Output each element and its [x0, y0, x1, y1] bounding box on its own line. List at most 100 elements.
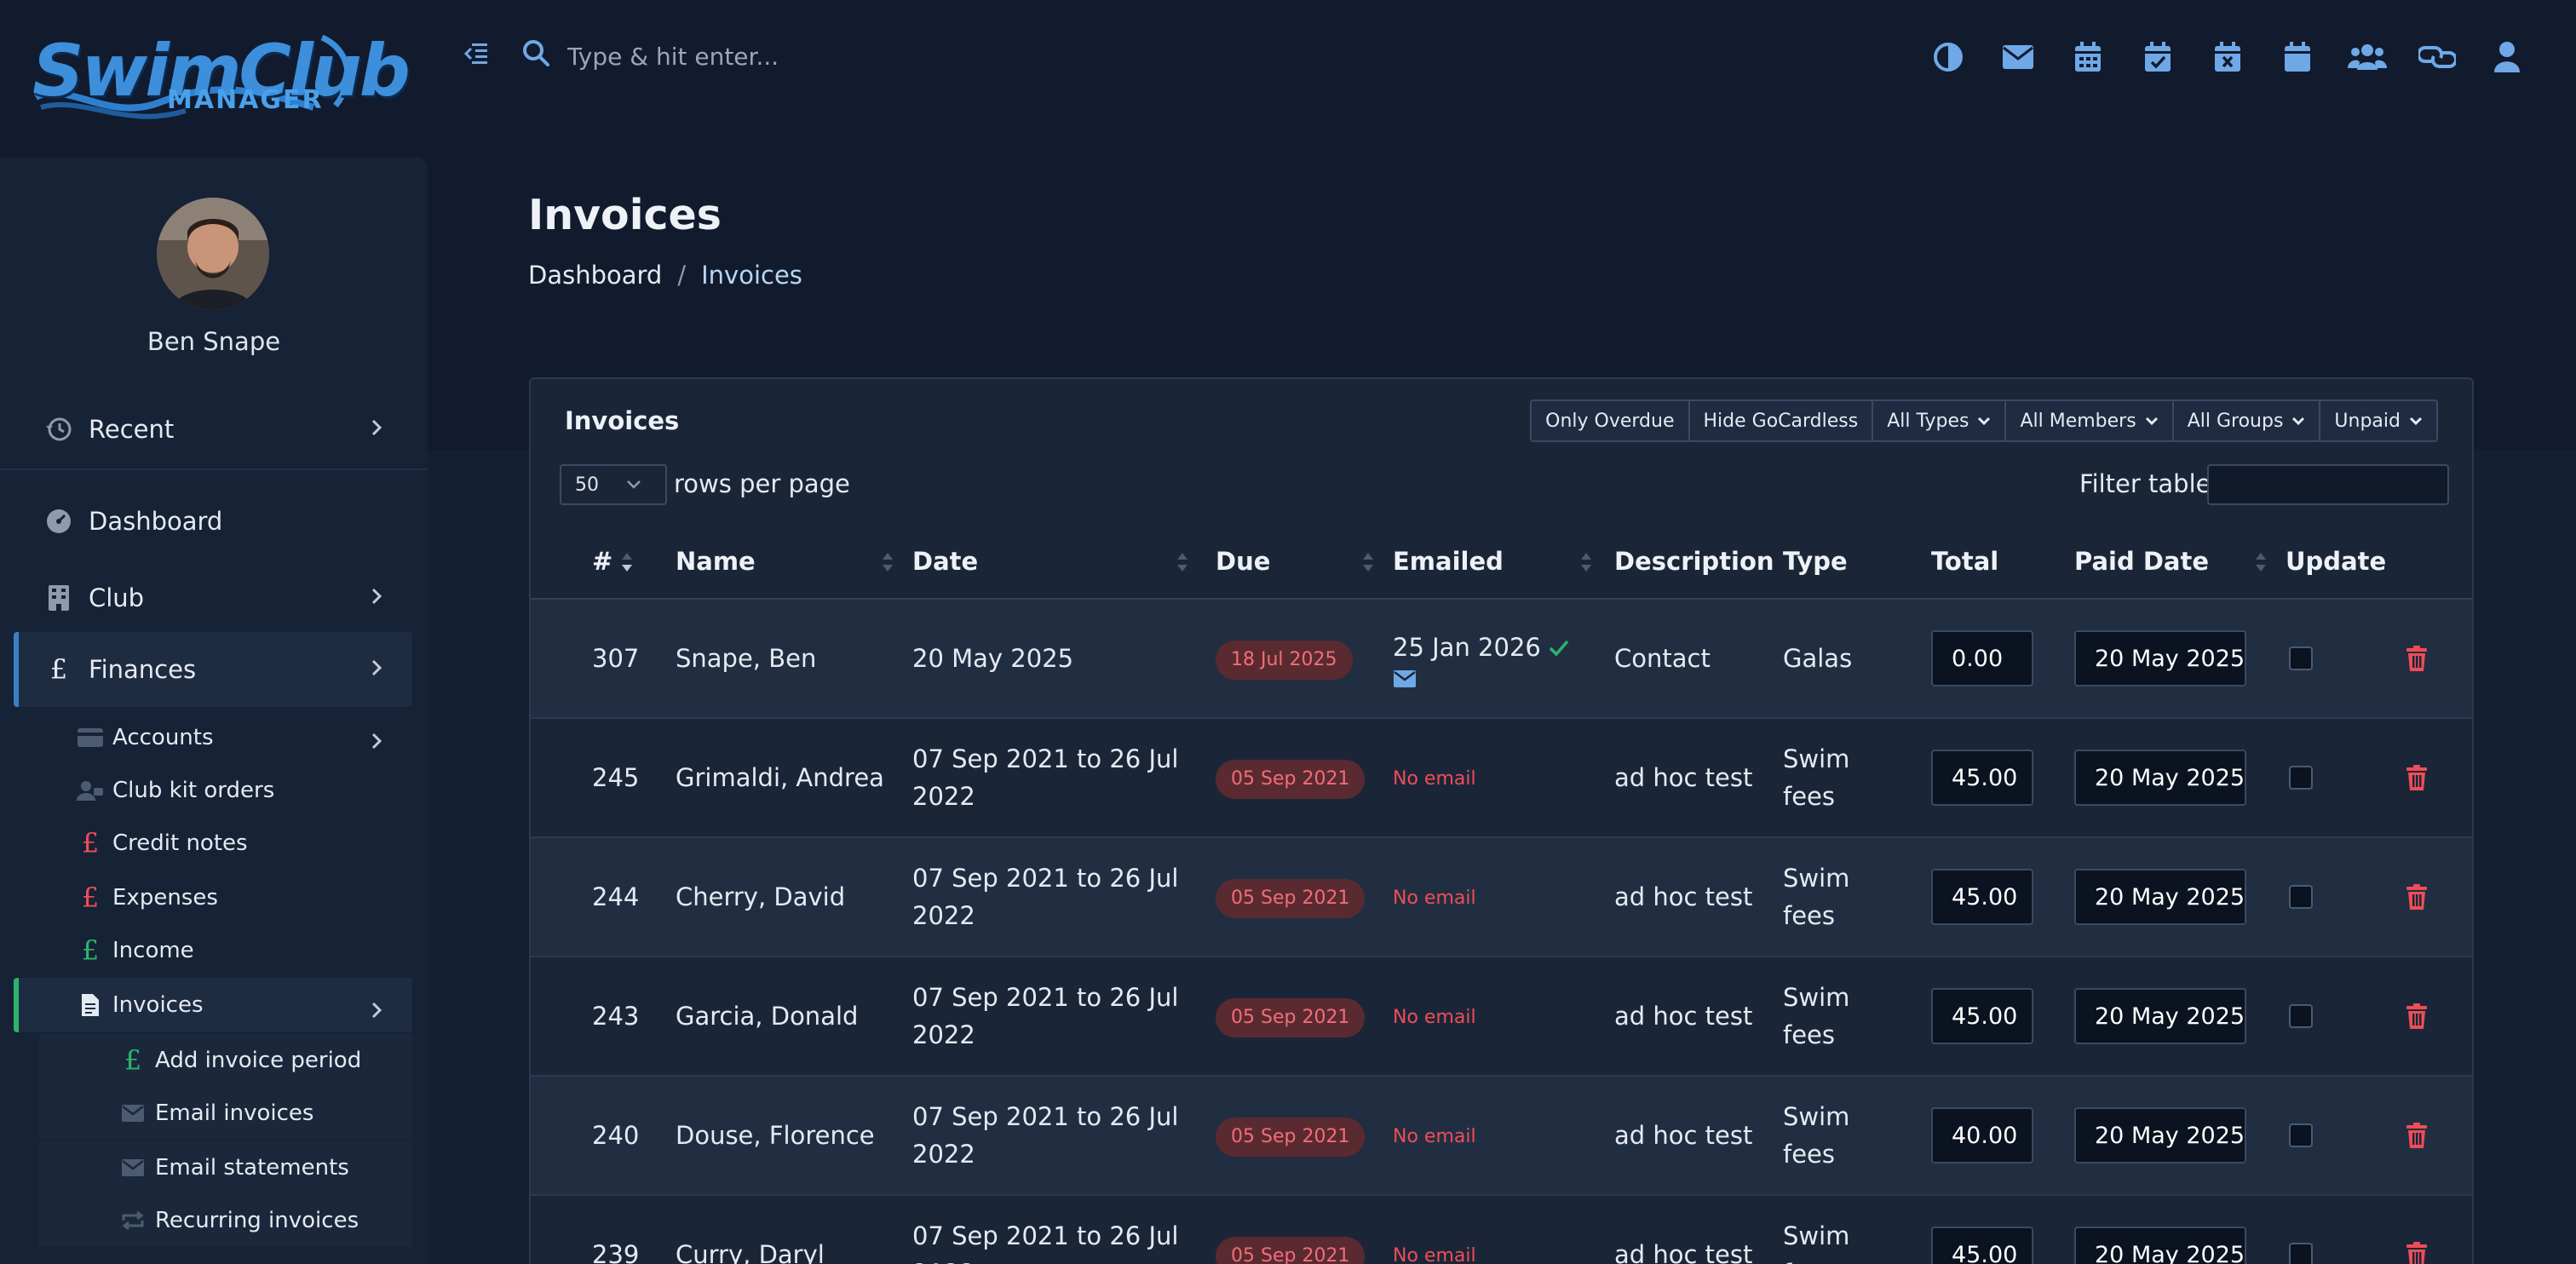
no-email-text: No email [1393, 1126, 1476, 1147]
users-icon[interactable] [2332, 37, 2402, 77]
sidebar-item-email-invoices[interactable]: Email invoices [39, 1087, 412, 1140]
rows-per-page-select[interactable]: 50 [560, 464, 667, 505]
total-input[interactable] [1931, 630, 2033, 687]
member-name-link[interactable]: Grimaldi, Andrea [676, 718, 912, 838]
all-groups-dropdown[interactable]: All Groups [2173, 401, 2321, 440]
member-name-link[interactable]: Garcia, Donald [676, 957, 912, 1077]
update-cell [2286, 1195, 2405, 1264]
paid-date-input[interactable] [2074, 1227, 2246, 1264]
trash-icon[interactable] [2405, 764, 2429, 791]
trash-icon[interactable] [2405, 1003, 2429, 1030]
invoice-number-link[interactable]: 243 [531, 957, 676, 1077]
trash-icon[interactable] [2405, 1122, 2429, 1149]
avatar[interactable] [157, 198, 269, 310]
update-checkbox[interactable] [2289, 1243, 2313, 1264]
breadcrumb-dashboard-link[interactable]: Dashboard [528, 261, 662, 290]
paid-date-input[interactable] [2074, 869, 2246, 925]
type-text-cont: fees [1783, 782, 1836, 811]
filter-table-input[interactable] [2207, 464, 2449, 505]
sort-icon [883, 553, 893, 572]
header-label: Emailed [1393, 546, 1504, 576]
invoice-number-link[interactable]: 307 [531, 599, 676, 719]
mail-icon[interactable] [1983, 37, 2053, 77]
total-input[interactable] [1931, 869, 2033, 925]
date-cell: 20 May 2025 [912, 599, 1216, 719]
column-header-paid-date[interactable]: Paid Date [2074, 524, 2286, 600]
search-input[interactable] [567, 31, 1010, 82]
update-checkbox[interactable] [2289, 1004, 2313, 1028]
due-badge: 05 Sep 2021 [1216, 1117, 1366, 1157]
paid-date-input[interactable] [2074, 988, 2246, 1044]
sidebar-item-club[interactable]: Club [14, 560, 412, 635]
swimclub-logo[interactable]: SwimClub MANAGER [32, 29, 411, 123]
sidebar-item-club-kit-orders[interactable]: Club kit orders [75, 765, 412, 816]
trash-icon[interactable] [2405, 1241, 2429, 1264]
column-header-emailed[interactable]: Emailed [1393, 524, 1614, 600]
building-icon [39, 584, 78, 612]
update-checkbox[interactable] [2289, 766, 2313, 790]
invoice-number-link[interactable]: 245 [531, 718, 676, 838]
sidebar-item-recurring-invoices[interactable]: Recurring invoices [39, 1194, 412, 1247]
member-name-link[interactable]: Snape, Ben [676, 599, 912, 719]
button-label: Unpaid [2334, 410, 2401, 432]
update-checkbox[interactable] [2289, 885, 2313, 909]
paid-date-input[interactable] [2074, 750, 2246, 806]
sidebar-item-label: Accounts [112, 725, 214, 750]
invoice-number-link[interactable]: 239 [531, 1195, 676, 1264]
sidebar-item-income[interactable]: £ Income [75, 925, 412, 976]
paid-date-cell [2074, 718, 2286, 838]
actions-cell [2405, 957, 2472, 1077]
sidebar-item-finances[interactable]: £ Finances [14, 632, 412, 707]
mail-icon[interactable] [1393, 669, 1417, 688]
only-overdue-button[interactable]: Only Overdue [1532, 401, 1690, 440]
sidebar-item-credit-notes[interactable]: £ Credit notes [75, 818, 412, 869]
column-header-due[interactable]: Due [1216, 524, 1393, 600]
invoice-number-link[interactable]: 244 [531, 837, 676, 957]
sidebar-item-label: Email statements [155, 1155, 349, 1181]
link-icon[interactable] [2402, 37, 2472, 77]
sidebar-item-expenses[interactable]: £ Expenses [75, 872, 412, 923]
update-cell [2286, 957, 2405, 1077]
update-checkbox[interactable] [2289, 646, 2313, 670]
unpaid-dropdown[interactable]: Unpaid [2320, 401, 2436, 440]
table-body: 307 Snape, Ben 20 May 2025 18 Jul 2025 2… [531, 599, 2472, 1264]
member-name-link[interactable]: Curry, Daryl [676, 1195, 912, 1264]
no-email-text: No email [1393, 888, 1476, 909]
sidebar-item-recent[interactable]: Recent [14, 392, 412, 467]
sidebar-item-invoices[interactable]: Invoices [14, 978, 412, 1032]
total-input[interactable] [1931, 988, 2033, 1044]
paid-date-cell [2074, 1076, 2286, 1196]
user-icon[interactable] [2472, 37, 2542, 77]
contrast-icon[interactable] [1913, 37, 1983, 77]
invoices-card: Invoices Only Overdue Hide GoCardless Al… [529, 377, 2474, 1264]
invoice-number-link[interactable]: 240 [531, 1076, 676, 1196]
all-types-dropdown[interactable]: All Types [1873, 401, 2007, 440]
update-checkbox[interactable] [2289, 1123, 2313, 1147]
calendar-x-icon[interactable] [2193, 37, 2263, 77]
trash-icon[interactable] [2405, 883, 2429, 911]
all-members-dropdown[interactable]: All Members [2006, 401, 2174, 440]
member-name-link[interactable]: Douse, Florence [676, 1076, 912, 1196]
paid-date-input[interactable] [2074, 1107, 2246, 1163]
total-input[interactable] [1931, 1227, 2033, 1264]
paid-date-input[interactable] [2074, 630, 2246, 687]
header-label: Date [912, 546, 979, 576]
calendar-icon[interactable] [2053, 37, 2123, 77]
column-header-date[interactable]: Date [912, 524, 1216, 600]
column-header-number[interactable]: # [531, 524, 676, 600]
sidebar-item-dashboard[interactable]: Dashboard [14, 484, 412, 559]
calendar-blank-icon[interactable] [2263, 37, 2332, 77]
calendar-check-icon[interactable] [2123, 37, 2193, 77]
column-header-name[interactable]: Name [676, 524, 912, 600]
date-text-cont: 2022 [912, 1020, 975, 1049]
total-input[interactable] [1931, 750, 2033, 806]
sidebar-item-email-statements[interactable]: Email statements [39, 1141, 412, 1194]
trash-icon[interactable] [2405, 645, 2429, 672]
sidebar-toggle-icon[interactable] [463, 41, 489, 66]
hide-gocardless-button[interactable]: Hide GoCardless [1689, 401, 1874, 440]
sidebar-item-accounts[interactable]: Accounts [75, 712, 412, 763]
sidebar-item-add-invoice-period[interactable]: £ Add invoice period [39, 1034, 412, 1087]
member-name-link[interactable]: Cherry, David [676, 837, 912, 957]
total-input[interactable] [1931, 1107, 2033, 1163]
sidebar-divider [0, 468, 428, 470]
